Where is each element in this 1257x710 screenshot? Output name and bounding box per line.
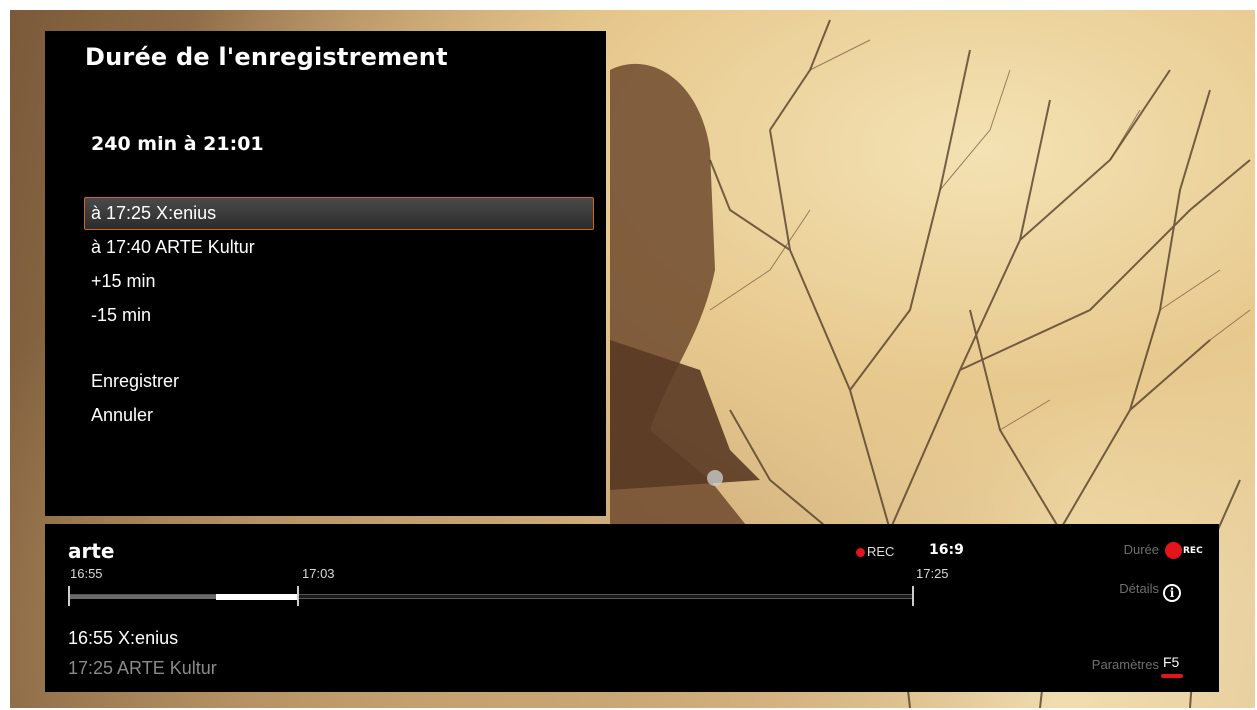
program-timeline xyxy=(68,586,918,606)
timeline-elapsed xyxy=(70,595,216,599)
f5-key[interactable]: F5 xyxy=(1163,654,1179,670)
duration-key-label: Durée xyxy=(1123,542,1159,557)
timeline-end-tick xyxy=(912,586,914,606)
option-until-xenius[interactable]: à 17:25 X:enius xyxy=(84,197,594,230)
rec-dot-icon xyxy=(856,548,865,558)
cancel-button[interactable]: Annuler xyxy=(84,399,594,432)
record-key-icon[interactable] xyxy=(1165,542,1182,559)
menu-spacer xyxy=(84,333,594,365)
option-plus-15-min[interactable]: +15 min xyxy=(84,265,594,298)
channel-info-bar: arte 16:55 17:03 17:25 REC 16:9 16:55 X:… xyxy=(45,524,1219,692)
option-until-arte-kultur[interactable]: à 17:40 ARTE Kultur xyxy=(84,231,594,264)
rec-status-label: REC xyxy=(867,544,895,559)
timeline-now-label: 17:03 xyxy=(302,566,335,581)
timeline-timeshift-buffer xyxy=(216,594,298,600)
timeline-start-tick xyxy=(68,586,70,606)
info-icon[interactable]: i xyxy=(1163,584,1181,602)
option-minus-15-min[interactable]: -15 min xyxy=(84,299,594,332)
dialog-title: Durée de l'enregistrement xyxy=(85,43,448,71)
timeline-now-tick xyxy=(297,586,299,606)
next-program: 17:25 ARTE Kultur xyxy=(68,658,217,678)
timeline-start-label: 16:55 xyxy=(70,566,103,581)
current-program: 16:55 X:enius xyxy=(68,628,179,648)
aspect-ratio: 16:9 xyxy=(929,542,964,558)
record-button[interactable]: Enregistrer xyxy=(84,365,594,398)
recording-indicator: REC xyxy=(856,544,894,559)
recording-summary: 240 min à 21:01 xyxy=(91,133,264,155)
timeline-end-label: 17:25 xyxy=(916,566,949,581)
duration-options-menu: à 17:25 X:enius à 17:40 ARTE Kultur +15 … xyxy=(84,197,594,433)
red-key-indicator xyxy=(1161,674,1183,678)
rec-badge-label: REC xyxy=(1183,546,1203,556)
details-key-label: Détails xyxy=(1119,581,1159,596)
settings-key-label: Paramètres xyxy=(1091,657,1159,672)
channel-name: arte xyxy=(68,539,115,563)
recording-duration-dialog: Durée de l'enregistrement 240 min à 21:0… xyxy=(45,31,606,516)
